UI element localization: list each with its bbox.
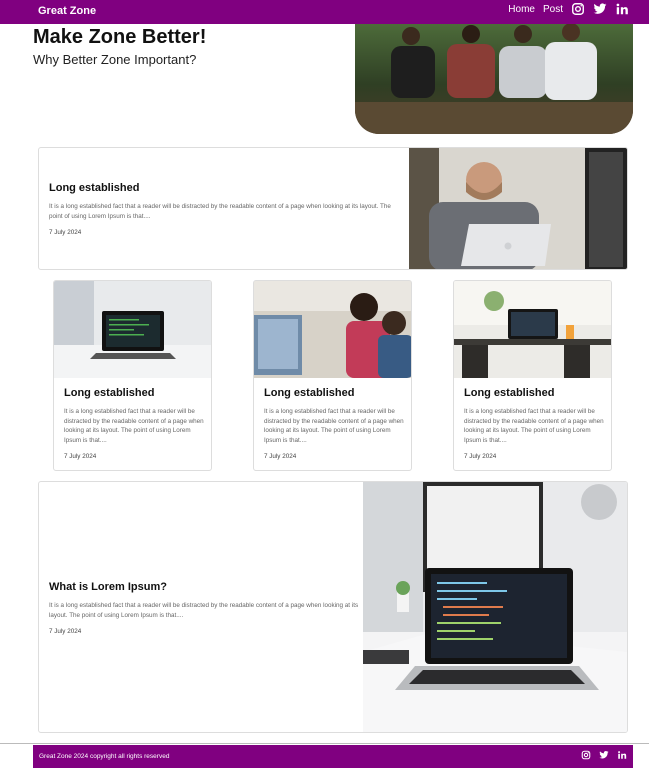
hero-image	[355, 24, 633, 134]
twitter-icon[interactable]	[599, 750, 609, 760]
post-thumbnail[interactable]	[254, 281, 411, 378]
copyright-text: Great Zone 2024 copyright all rights res…	[39, 753, 170, 760]
post-thumbnail[interactable]	[454, 281, 611, 378]
post-title[interactable]: Long established	[464, 387, 604, 399]
post-title[interactable]: Long established	[64, 387, 204, 399]
hero-subtitle: Why Better Zone Important?	[33, 52, 197, 67]
post-excerpt: It is a long established fact that a rea…	[49, 602, 359, 619]
top-navbar: Great Zone Home Post	[0, 0, 649, 24]
post-content: Long established It is a long establishe…	[464, 387, 604, 460]
featured-post-card[interactable]: Long established It is a long establishe…	[38, 147, 628, 270]
post-content: What is Lorem Ipsum? It is a long establ…	[49, 581, 359, 635]
hero-title: Make Zone Better!	[33, 26, 207, 48]
post-title[interactable]: Long established	[49, 182, 401, 194]
post-date: 7 July 2024	[464, 453, 497, 460]
post-title[interactable]: Long established	[264, 387, 404, 399]
post-content: Long established It is a long establishe…	[64, 387, 204, 460]
linkedin-icon[interactable]	[615, 2, 629, 16]
post-excerpt: It is a long established fact that a rea…	[264, 408, 404, 444]
instagram-icon[interactable]	[581, 750, 591, 760]
nav-links: Home Post	[508, 2, 629, 16]
brand-logo[interactable]: Great Zone	[38, 5, 96, 17]
post-date: 7 July 2024	[64, 453, 97, 460]
post-thumbnail[interactable]	[363, 482, 627, 732]
footer-social-icons	[581, 750, 627, 760]
post-title[interactable]: What is Lorem Ipsum?	[49, 581, 359, 593]
post-excerpt: It is a long established fact that a rea…	[49, 203, 391, 220]
linkedin-icon[interactable]	[617, 750, 627, 760]
post-card-3[interactable]: Long established It is a long establishe…	[453, 280, 612, 471]
post-content: Long established It is a long establishe…	[264, 387, 404, 460]
featured-post-content: Long established It is a long establishe…	[49, 182, 401, 236]
nav-post-link[interactable]: Post	[543, 4, 563, 15]
post-excerpt: It is a long established fact that a rea…	[64, 408, 204, 444]
post-date: 7 July 2024	[49, 628, 82, 635]
post-date: 7 July 2024	[264, 453, 297, 460]
post-thumbnail[interactable]	[409, 148, 627, 269]
footer-divider	[0, 743, 649, 744]
lorem-ipsum-post-card[interactable]: What is Lorem Ipsum? It is a long establ…	[38, 481, 628, 733]
post-excerpt: It is a long established fact that a rea…	[464, 408, 604, 444]
post-card-1[interactable]: Long established It is a long establishe…	[53, 280, 212, 471]
instagram-icon[interactable]	[571, 2, 585, 16]
post-thumbnail[interactable]	[54, 281, 211, 378]
twitter-icon[interactable]	[593, 2, 607, 16]
post-date: 7 July 2024	[49, 229, 82, 236]
post-card-2[interactable]: Long established It is a long establishe…	[253, 280, 412, 471]
nav-home-link[interactable]: Home	[508, 4, 535, 15]
footer: Great Zone 2024 copyright all rights res…	[33, 745, 633, 768]
